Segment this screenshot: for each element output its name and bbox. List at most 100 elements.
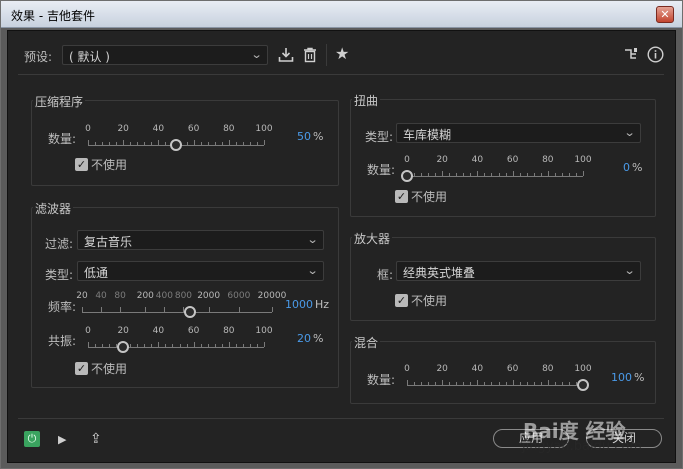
resonance-unit: % (313, 332, 324, 345)
slider-tick (207, 344, 209, 347)
distortion-type-dropdown[interactable]: 车库模糊 ⌄ (396, 123, 641, 143)
slider-tick (540, 382, 542, 385)
amplifier-box-value: 经典英式堆叠 (403, 266, 476, 280)
slider-tick (519, 173, 521, 176)
slider-tick (109, 344, 111, 347)
slider-tick (519, 382, 521, 385)
filter-type-dropdown[interactable]: 低通 ⌄ (77, 261, 324, 281)
distortion-bypass-label: 不使用 (411, 190, 448, 204)
filter-bypass-checkbox[interactable]: ✓ 不使用 (75, 360, 127, 377)
resonance-value: 20 (297, 332, 311, 345)
slider-tick (186, 344, 188, 347)
slider-tick (456, 382, 458, 385)
amplifier-bypass-checkbox[interactable]: ✓ 不使用 (395, 292, 447, 309)
compressor-amount-unit: % (313, 130, 324, 143)
mix-amount-unit: % (634, 371, 645, 384)
slider-tick (95, 344, 97, 347)
checkmark-icon: ✓ (395, 190, 408, 203)
slider-tick (533, 173, 535, 176)
chevron-down-icon: ⌄ (623, 264, 636, 277)
slider-tick (505, 173, 507, 176)
slider-track (82, 312, 272, 313)
close-window-button[interactable]: ✕ (656, 6, 674, 23)
slider-tick (533, 382, 535, 385)
slider-thumb[interactable] (577, 379, 589, 391)
slider-tick (264, 342, 265, 347)
routing-icon[interactable] (624, 47, 638, 64)
mix-amount-readout: 100% (611, 371, 644, 384)
slider-thumb[interactable] (183, 306, 196, 318)
download-icon[interactable] (278, 47, 294, 66)
scale-label: 20 (76, 291, 88, 301)
filter-dropdown[interactable]: 复古音乐 ⌄ (77, 230, 324, 250)
scale-label: 20 (117, 124, 129, 134)
mix-amount-value: 100 (611, 371, 632, 384)
slider-tick (456, 173, 458, 176)
scale-label: 40 (152, 326, 165, 336)
distortion-type-value: 车库模糊 (403, 128, 452, 142)
scale-label: 20000 (257, 291, 287, 301)
scale-label: 20 (117, 326, 129, 336)
slider-tick (144, 142, 146, 145)
slider-tick (491, 173, 493, 176)
watermark-url: jingyan.baidu.com (522, 439, 642, 454)
compressor-amount-value: 50 (297, 130, 311, 143)
checkmark-icon: ✓ (75, 158, 88, 171)
mix-amount-label: 数量: (367, 373, 396, 387)
slider-tick (242, 344, 244, 347)
slider-tick (228, 342, 230, 347)
slider-tick (526, 382, 528, 385)
slider-tick (130, 344, 132, 347)
slider-tick (235, 142, 237, 145)
slider-tick (575, 173, 577, 176)
slider-thumb[interactable] (401, 170, 413, 182)
guitar-suite-panel: 预设: ( 默认 ) ⌄ ★ 压缩程序 数量: 0 20 40 60 80 10… (7, 30, 676, 463)
export-icon[interactable]: ⇪ (90, 431, 102, 447)
distortion-bypass-checkbox[interactable]: ✓ 不使用 (395, 188, 447, 205)
slider-tick (120, 307, 122, 312)
filter-type-label: 类型: (45, 268, 74, 282)
play-icon[interactable]: ▶ (58, 432, 66, 448)
filter-value: 复古音乐 (84, 235, 133, 249)
slider-tick (554, 173, 556, 176)
mix-title: 混合 (352, 334, 381, 351)
star-icon[interactable]: ★ (335, 46, 349, 62)
filter-type-value: 低通 (84, 266, 109, 280)
slider-thumb[interactable] (117, 341, 130, 353)
frequency-unit: Hz (315, 298, 330, 311)
distortion-amount-unit: % (632, 161, 643, 174)
slider-tick (498, 382, 500, 385)
scale-label: 80 (542, 155, 554, 165)
trash-icon[interactable] (303, 47, 317, 66)
resonance-readout: 20% (297, 332, 323, 345)
scale-label: 200 (136, 291, 154, 301)
scale-label: 400 (155, 291, 173, 301)
title-bar: 效果 - 吉他套件 ✕ (1, 1, 682, 28)
slider-tick (102, 142, 104, 145)
amplifier-box-dropdown[interactable]: 经典英式堆叠 ⌄ (396, 261, 641, 281)
slider-tick (228, 140, 230, 145)
slider-tick (583, 171, 584, 176)
scale-label: 60 (506, 155, 519, 165)
power-toggle-icon[interactable]: ⏻ (24, 431, 40, 447)
scale-label: 20 (436, 155, 448, 165)
checkmark-icon: ✓ (75, 362, 88, 375)
slider-tick (158, 342, 160, 347)
amplifier-box-label: 框: (377, 268, 394, 282)
header-divider (18, 74, 664, 75)
compressor-bypass-checkbox[interactable]: ✓ 不使用 (75, 156, 127, 173)
preset-dropdown[interactable]: ( 默认 ) ⌄ (62, 45, 268, 65)
slider-tick (235, 344, 237, 347)
slider-tick (145, 307, 147, 312)
compressor-title: 压缩程序 (33, 93, 86, 110)
info-icon[interactable] (647, 46, 664, 66)
slider-tick (137, 344, 139, 347)
slider-tick (158, 140, 160, 145)
slider-tick (428, 382, 430, 385)
slider-tick (207, 142, 209, 145)
slider-tick (568, 173, 570, 176)
slider-tick (484, 173, 486, 176)
scale-label: 40 (471, 364, 484, 374)
slider-thumb[interactable] (170, 139, 182, 151)
slider-tick (421, 382, 423, 385)
